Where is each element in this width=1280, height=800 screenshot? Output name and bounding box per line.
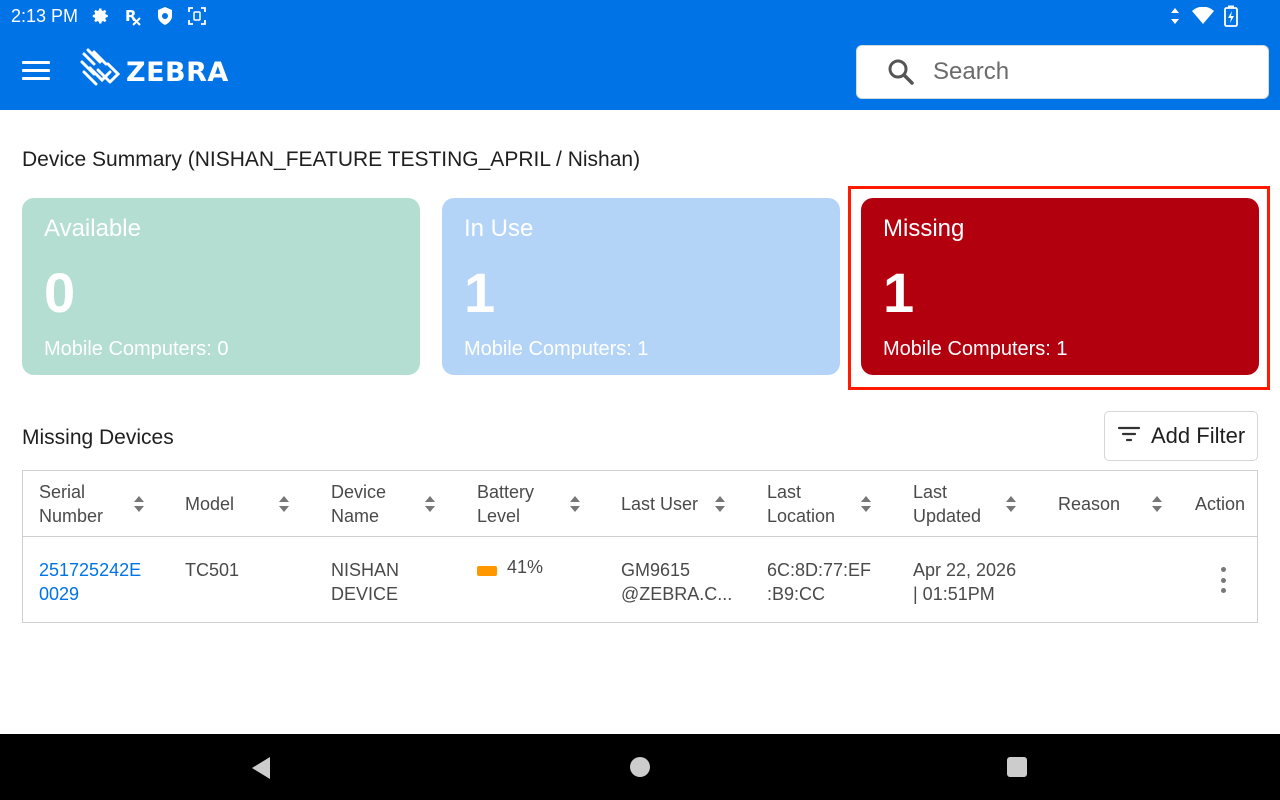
device-name-cell: NISHAN DEVICE [331, 560, 400, 604]
sort-icon[interactable] [424, 495, 436, 513]
column-header-device-name[interactable]: Device Name [331, 471, 386, 537]
in-use-card[interactable]: In Use 1 Mobile Computers: 1 [442, 198, 840, 375]
shield-icon [154, 5, 176, 27]
add-filter-button[interactable]: Add Filter [1104, 411, 1258, 461]
battery-level-value: 41% [507, 557, 544, 577]
battery-charging-icon [1220, 5, 1242, 27]
app-header: 2:13 PM R ZEBRA Search [0, 0, 1280, 110]
available-card[interactable]: Available 0 Mobile Computers: 0 [22, 198, 420, 375]
rx-icon: R [122, 5, 144, 27]
column-header-serial-number[interactable]: Serial Number [39, 471, 103, 537]
menu-line-icon [22, 60, 50, 64]
available-card-subtitle: Mobile Computers: 0 [44, 338, 229, 360]
missing-card-count: 1 [883, 261, 915, 324]
model-cell: TC501 [185, 560, 240, 580]
recent-apps-icon[interactable] [1007, 757, 1027, 777]
sort-icon[interactable] [714, 495, 726, 513]
column-header-label: Serial Number [39, 482, 104, 526]
sort-icon[interactable] [569, 495, 581, 513]
available-card-count: 0 [44, 261, 76, 324]
screenshot-icon [186, 5, 208, 27]
data-arrows-icon [1164, 5, 1186, 27]
column-header-last-location[interactable]: Last Location [767, 471, 835, 537]
column-header-label: Action [1195, 494, 1246, 514]
hamburger-menu-button[interactable] [22, 55, 54, 85]
sort-icon[interactable] [133, 495, 145, 513]
missing-card-label: Missing [883, 215, 965, 242]
column-header-battery-level[interactable]: Battery Level [477, 471, 534, 537]
in-use-card-label: In Use [464, 215, 534, 242]
missing-devices-title: Missing Devices [22, 426, 174, 449]
search-input[interactable] [933, 58, 1233, 86]
column-header-last-user[interactable]: Last User [621, 471, 698, 537]
battery-level-cell: 41% [477, 557, 543, 578]
device-summary-title: Device Summary (NISHAN_FEATURE TESTING_A… [22, 148, 641, 171]
home-icon[interactable] [630, 757, 650, 777]
menu-line-icon [22, 68, 50, 72]
column-header-last-updated[interactable]: Last Updated [913, 471, 981, 537]
dot-icon [1220, 567, 1226, 572]
column-header-label: Reason [1058, 494, 1121, 514]
status-icons-left: R [90, 5, 208, 27]
settings-icon [90, 5, 112, 27]
navigation-bar [0, 734, 1280, 800]
column-header-label: Device Name [331, 482, 387, 526]
table-header: Serial Number Model Device Name Battery … [23, 471, 1257, 537]
sort-icon[interactable] [1151, 495, 1163, 513]
add-filter-label: Add Filter [1151, 423, 1246, 448]
search-box[interactable] [856, 45, 1269, 99]
zebra-logo: ZEBRA [80, 48, 229, 97]
column-header-label: Last Location [767, 482, 836, 526]
dot-icon [1220, 588, 1226, 593]
missing-devices-table: Serial Number Model Device Name Battery … [22, 470, 1258, 623]
in-use-card-count: 1 [464, 261, 496, 324]
status-time: 2:13 PM [11, 6, 79, 26]
logo-text: ZEBRA [126, 57, 229, 88]
column-header-model[interactable]: Model [185, 471, 234, 537]
missing-card[interactable]: Missing 1 Mobile Computers: 1 [861, 198, 1259, 375]
last-location-cell: 6C:8D:77:EF :B9:CC [767, 560, 872, 604]
missing-card-subtitle: Mobile Computers: 1 [883, 338, 1068, 360]
available-card-label: Available [44, 215, 141, 242]
menu-line-icon [22, 76, 50, 80]
sort-icon[interactable] [860, 495, 872, 513]
in-use-card-subtitle: Mobile Computers: 1 [464, 338, 649, 360]
filter-icon [1117, 424, 1141, 449]
column-header-reason[interactable]: Reason [1058, 471, 1120, 537]
last-user-cell: GM9615 @ZEBRA.C... [621, 560, 733, 604]
dot-icon [1220, 577, 1226, 583]
sort-icon[interactable] [278, 495, 290, 513]
column-header-label: Last User [621, 494, 699, 514]
zebra-head-icon [80, 48, 122, 97]
search-icon [887, 58, 915, 86]
column-header-action: Action [1195, 471, 1245, 537]
last-updated-cell: Apr 22, 2026 | 01:51PM [913, 560, 1017, 604]
serial-number-link[interactable]: 251725242E 0029 [39, 558, 141, 606]
status-bar: 2:13 PM R [0, 0, 1280, 34]
sort-icon[interactable] [1005, 495, 1017, 513]
back-icon[interactable] [250, 756, 272, 785]
status-icons-right [1164, 5, 1242, 27]
column-header-label: Battery Level [477, 482, 535, 526]
wifi-icon [1192, 5, 1214, 27]
column-header-label: Last Updated [913, 482, 982, 526]
column-header-label: Model [185, 494, 235, 514]
battery-level-icon [477, 565, 497, 576]
more-options-icon[interactable] [1213, 567, 1233, 593]
